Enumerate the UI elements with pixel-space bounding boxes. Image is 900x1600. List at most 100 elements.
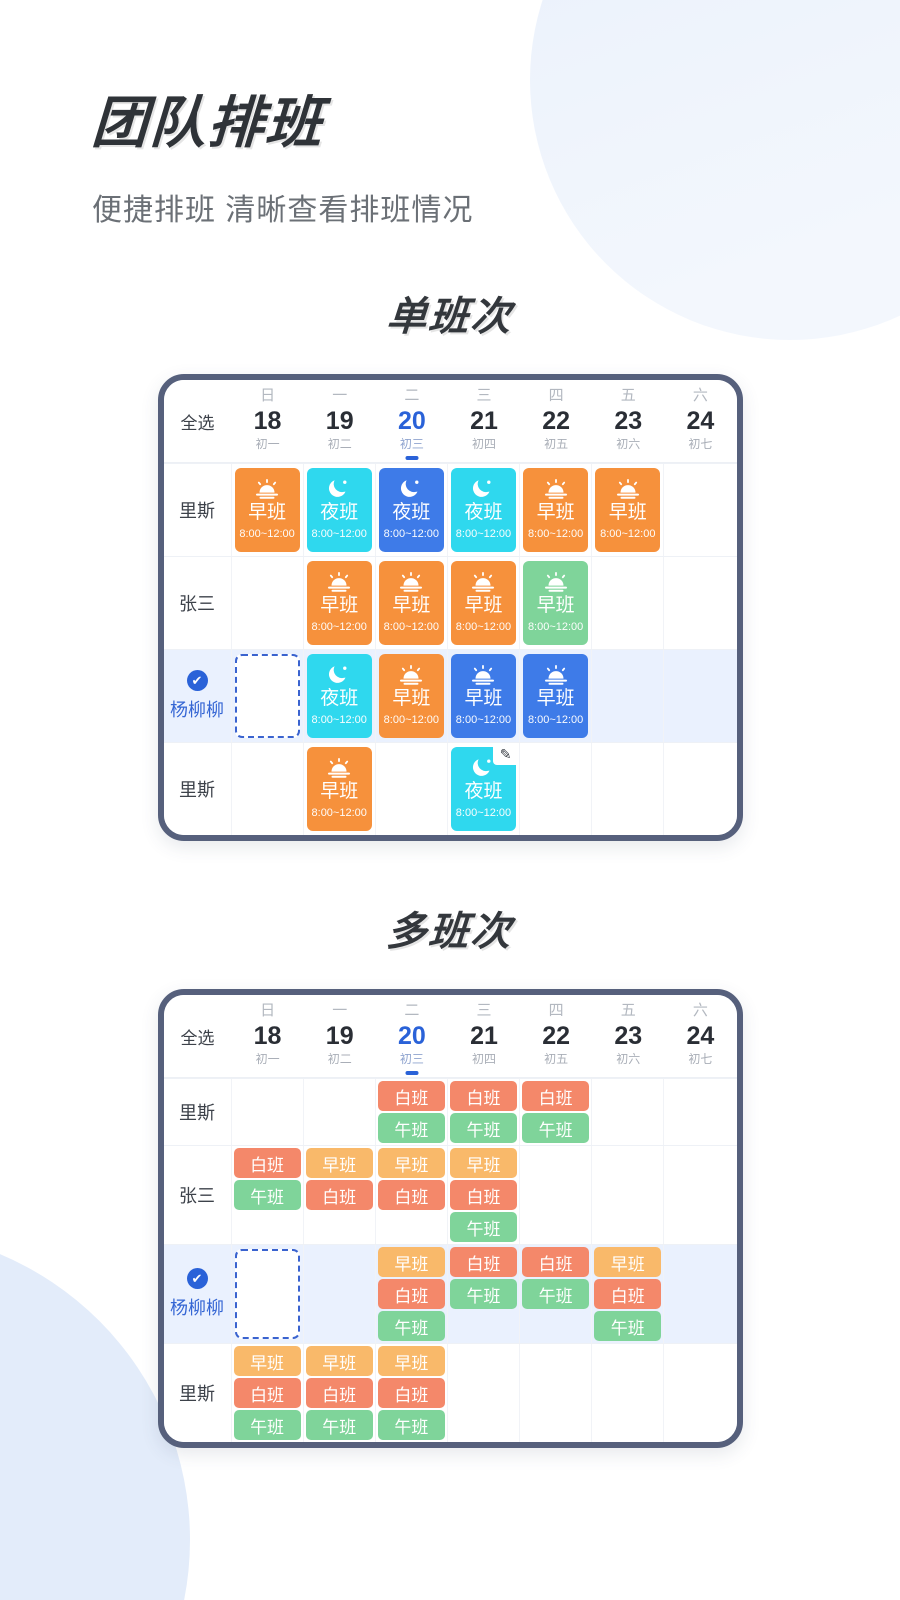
shift-card[interactable]: 早班 8:00~12:00 [378,654,444,738]
shift-card[interactable]: 早班 8:00~12:00 [306,561,372,645]
employee-name-cell[interactable]: 张三 [164,1146,232,1244]
schedule-cell[interactable]: 早班 8:00~12:00 [304,557,376,649]
calendar-day-column-18[interactable]: 日 18 初一 [232,1001,304,1072]
schedule-cell[interactable] [664,1344,736,1442]
shift-tag[interactable]: 白班 [449,1081,518,1111]
table-row[interactable]: 张三 白班 午班 早班 白班 早班 白班 早班 白班 午班 [163,1145,737,1244]
schedule-cell[interactable] [664,1245,736,1343]
table-row[interactable]: 里斯 早班 8:00~12:00 夜班 8:00~12:00 ✎ [163,742,737,835]
shift-tag[interactable]: 午班 [377,1410,445,1440]
calendar-day-column-22[interactable]: 四 22 初五 [520,386,592,457]
shift-card[interactable]: 早班 8:00~12:00 [306,747,372,831]
schedule-cell[interactable]: 早班 白班 [304,1146,376,1244]
table-row[interactable]: ✔ 杨柳柳 夜班 8:00~12:00 早班 8:00~12:00 早班 8:00~12:00… [163,649,737,742]
schedule-cell[interactable]: 夜班 8:00~12:00 [304,650,376,742]
calendar-day-column-21[interactable]: 三 21 初四 [448,1001,520,1072]
schedule-cell[interactable] [304,1245,376,1343]
schedule-cell[interactable] [664,1079,736,1145]
schedule-cell[interactable] [592,743,665,835]
schedule-cell[interactable] [232,1079,304,1145]
shift-tag[interactable]: 早班 [594,1247,662,1277]
schedule-cell[interactable]: 早班 8:00~12:00 [520,464,593,556]
schedule-cell[interactable]: 早班 白班 午班 [304,1344,376,1442]
select-all-label[interactable]: 全选 [164,1001,232,1072]
select-all-label[interactable]: 全选 [164,386,232,457]
shift-tag[interactable]: 白班 [305,1180,373,1210]
shift-card[interactable]: 夜班 8:00~12:00 [306,468,372,552]
shift-tag[interactable]: 午班 [594,1311,662,1341]
schedule-cell[interactable] [592,650,665,742]
shift-tag[interactable]: 午班 [233,1180,301,1210]
calendar-day-column-23[interactable]: 五 23 初六 [592,1001,664,1072]
employee-name-cell[interactable]: ✔ 杨柳柳 [164,650,232,742]
schedule-cell[interactable]: 早班 白班 午班 [448,1146,521,1244]
empty-selected-slot[interactable] [234,1249,300,1339]
calendar-day-column-20[interactable]: 二 20 初三 [376,1001,448,1072]
shift-card[interactable]: 早班 8:00~12:00 [450,654,517,738]
schedule-cell[interactable] [592,557,665,649]
schedule-cell[interactable]: 早班 8:00~12:00 [448,650,521,742]
schedule-cell[interactable] [592,1344,665,1442]
calendar-day-column-19[interactable]: 一 19 初二 [304,1001,376,1072]
table-row[interactable]: 张三 早班 8:00~12:00 早班 8:00~12:00 早班 8:00~12:00 早班… [163,556,737,649]
shift-tag[interactable]: 白班 [594,1279,662,1309]
shift-tag[interactable]: 早班 [305,1346,373,1376]
schedule-cell[interactable]: 早班 8:00~12:00 [448,557,521,649]
shift-tag[interactable]: 白班 [522,1081,590,1111]
calendar-day-column-19[interactable]: 一 19 初二 [304,386,376,457]
shift-card[interactable]: 夜班 8:00~12:00 [378,468,444,552]
shift-card[interactable]: 早班 8:00~12:00 [595,468,661,552]
shift-tag[interactable]: 早班 [449,1148,518,1178]
shift-card[interactable]: 早班 8:00~12:00 [378,561,444,645]
shift-tag[interactable]: 早班 [305,1148,373,1178]
schedule-cell[interactable]: 早班 8:00~12:00 [520,557,593,649]
schedule-cell[interactable]: 早班 白班 午班 [232,1344,304,1442]
schedule-cell[interactable] [664,464,736,556]
schedule-cell[interactable]: 夜班 8:00~12:00 ✎ [448,743,521,835]
shift-tag[interactable]: 白班 [233,1148,301,1178]
schedule-cell[interactable] [664,1146,736,1244]
check-icon[interactable]: ✔ [186,1268,208,1289]
schedule-cell[interactable] [520,1344,593,1442]
schedule-cell[interactable] [592,1079,665,1145]
shift-card[interactable]: 早班 8:00~12:00 [523,654,589,738]
shift-card[interactable]: 夜班 8:00~12:00 [306,654,372,738]
schedule-cell[interactable]: 白班 午班 [520,1079,593,1145]
employee-name-cell[interactable]: 里斯 [164,743,232,835]
shift-tag[interactable]: 早班 [377,1148,445,1178]
shift-card[interactable]: 早班 8:00~12:00 [523,561,589,645]
schedule-cell[interactable]: 早班 8:00~12:00 [520,650,593,742]
table-row[interactable]: 里斯 早班 白班 午班 早班 白班 午班 早班 白班 午班 [163,1343,737,1442]
shift-tag[interactable]: 午班 [449,1113,518,1143]
calendar-day-column-22[interactable]: 四 22 初五 [520,1001,592,1072]
shift-tag[interactable]: 白班 [377,1378,445,1408]
employee-name-cell[interactable]: 里斯 [164,1344,232,1442]
schedule-cell[interactable]: 早班 8:00~12:00 [376,557,448,649]
calendar-day-column-24[interactable]: 六 24 初七 [664,1001,736,1072]
shift-tag[interactable]: 午班 [233,1410,301,1440]
schedule-cell[interactable] [304,1079,376,1145]
calendar-day-column-24[interactable]: 六 24 初七 [664,386,736,457]
schedule-cell[interactable]: 白班 午班 [448,1079,521,1145]
shift-tag[interactable]: 午班 [449,1212,518,1242]
schedule-cell[interactable] [232,650,304,742]
employee-name-cell[interactable]: ✔ 杨柳柳 [164,1245,232,1343]
edit-pencil-icon[interactable]: ✎ [493,743,519,765]
shift-tag[interactable]: 午班 [522,1113,590,1143]
schedule-cell[interactable] [664,743,736,835]
schedule-cell[interactable]: 白班 午班 [448,1245,521,1343]
schedule-cell[interactable]: 早班 白班 午班 [592,1245,665,1343]
table-row[interactable]: 里斯 白班 午班 白班 午班 白班 午班 [163,1078,737,1145]
schedule-cell[interactable]: 早班 白班 午班 [376,1245,448,1343]
employee-name-cell[interactable]: 里斯 [164,1079,232,1145]
schedule-cell[interactable]: 白班 午班 [232,1146,304,1244]
shift-tag[interactable]: 白班 [305,1378,373,1408]
schedule-cell[interactable]: 夜班 8:00~12:00 [448,464,521,556]
shift-card[interactable]: 早班 8:00~12:00 [450,561,517,645]
shift-tag[interactable]: 早班 [233,1346,301,1376]
employee-name-cell[interactable]: 张三 [164,557,232,649]
schedule-cell[interactable]: 早班 白班 午班 [376,1344,448,1442]
shift-tag[interactable]: 午班 [449,1279,518,1309]
employee-name-cell[interactable]: 里斯 [164,464,232,556]
schedule-cell[interactable]: 早班 8:00~12:00 [232,464,304,556]
